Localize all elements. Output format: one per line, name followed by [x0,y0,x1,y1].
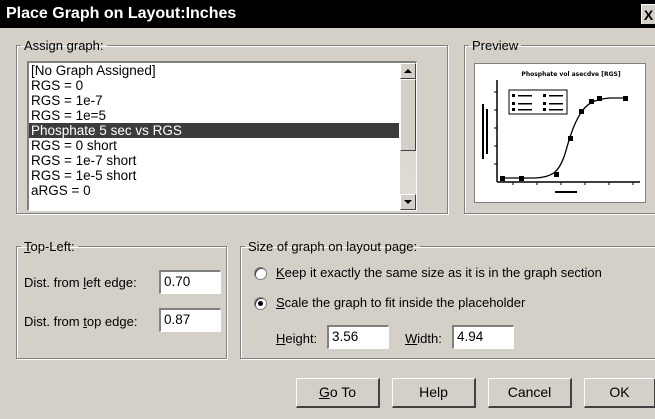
width-label: Width: [405,331,442,346]
scale-graph-label[interactable]: Scale the graph to fit inside the placeh… [276,295,525,310]
width-input[interactable]: 4.94 [452,325,514,349]
dialog-title: Place Graph on Layout:Inches [6,5,237,22]
preview-group: Preview Phosphate vol asecdve [RGS] [464,38,655,214]
preview-graph-title: Phosphate vol asecdve [RGS] [521,71,620,78]
graph-list-item[interactable]: aRGS = 0 [29,183,399,198]
graph-list-item[interactable]: Phosphate 5 sec vs RGS [29,123,399,138]
preview-data-points [500,96,628,181]
graph-list-item[interactable]: [No Graph Assigned] [29,63,399,78]
graph-list-item[interactable]: RGS = 1e-7 [29,93,399,108]
preview-thumbnail: Phosphate vol asecdve [RGS] [474,63,646,203]
listbox-scrollbar[interactable] [400,63,416,210]
preview-legend: Preview [472,38,519,53]
preview-legend-marks [512,94,563,111]
cancel-button[interactable]: Cancel [488,378,572,408]
top-edge-label: Dist. from top edge: [24,314,138,329]
top-left-legend: Top-Left: [24,239,75,254]
height-label: Height: [276,331,318,346]
assign-graph-legend: Assign graph: [24,38,104,53]
help-button[interactable]: Help [392,378,476,408]
ok-button[interactable]: OK [584,378,655,408]
graph-list-item[interactable]: RGS = 1e-5 short [29,168,399,183]
graph-listbox[interactable]: [No Graph Assigned] RGS = 0 RGS = 1e-7 RGS … [27,61,417,211]
graph-list-item[interactable]: RGS = 1e=5 [29,108,399,123]
preview-graph: Phosphate vol asecdve [RGS] [482,71,640,193]
scroll-up-button[interactable] [400,63,416,79]
title-bar: Place Graph on Layout:Inches X [0,0,655,28]
assign-graph-group: Assign graph: [No Graph Assigned] RGS = 0… [16,38,448,214]
arrow-up-icon [404,69,412,73]
left-edge-input[interactable]: 0.70 [159,270,221,294]
graph-list-items: [No Graph Assigned] RGS = 0 RGS = 1e-7 RGS … [29,63,399,198]
close-button[interactable]: X [641,4,655,24]
keep-size-label[interactable]: Keep it exactly the same size as it is i… [276,265,602,280]
scroll-down-button[interactable] [400,194,416,210]
arrow-down-icon [404,200,412,204]
close-icon: X [643,7,654,23]
graph-list-item[interactable]: RGS = 0 short [29,138,399,153]
top-edge-input[interactable]: 0.87 [159,308,221,332]
height-input[interactable]: 3.56 [327,325,389,349]
go-to-button[interactable]: Go To [296,378,380,408]
graph-list-item[interactable]: RGS = 1e-7 short [29,153,399,168]
scroll-thumb[interactable] [400,79,416,151]
graph-list-item[interactable]: RGS = 0 [29,78,399,93]
left-edge-label: Dist. from left edge: [24,275,137,290]
size-legend: Size of graph on layout page: [248,239,418,254]
keep-size-radio[interactable] [254,267,267,280]
top-left-group: Top-Left: [16,239,227,359]
scale-graph-radio[interactable] [254,297,267,310]
